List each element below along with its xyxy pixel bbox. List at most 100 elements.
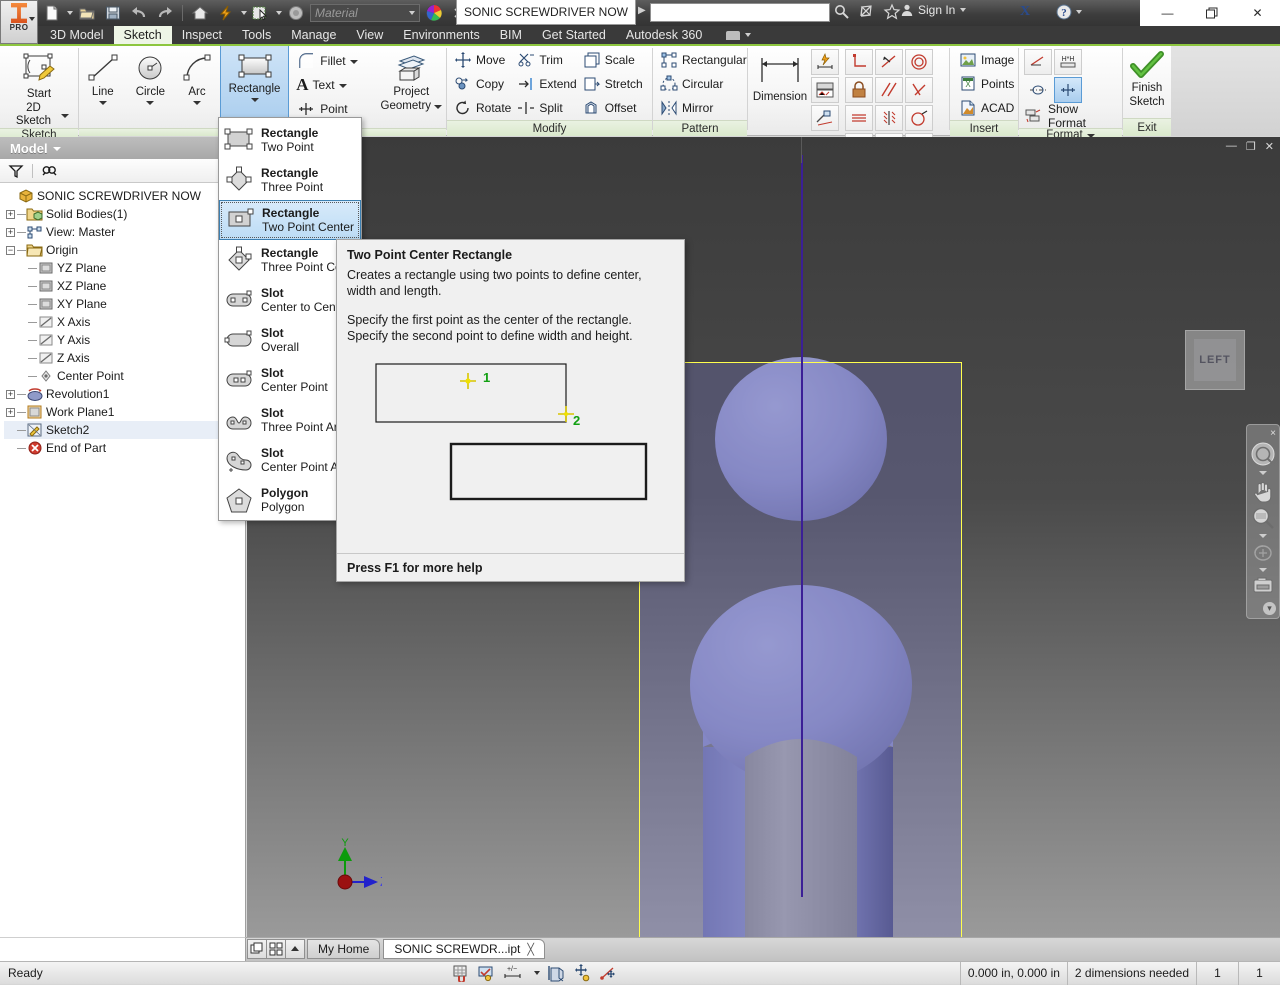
scroll-up-icon[interactable] bbox=[285, 939, 305, 959]
line-caret-icon[interactable] bbox=[98, 101, 107, 105]
search-icon[interactable] bbox=[832, 2, 852, 22]
stretch-button[interactable]: Stretch bbox=[580, 72, 646, 96]
tree-item-z-axis[interactable]: Z Axis bbox=[4, 349, 245, 367]
viewport-restore-button[interactable]: ❐ bbox=[1246, 140, 1256, 153]
tree-item-solid-bodies[interactable]: + Solid Bodies(1) bbox=[4, 205, 245, 223]
material-caret-icon[interactable] bbox=[409, 11, 415, 15]
undo-button[interactable] bbox=[127, 2, 151, 24]
restore-button[interactable] bbox=[1190, 0, 1235, 26]
horizontal-icon[interactable] bbox=[845, 105, 873, 131]
tangent-icon[interactable] bbox=[875, 49, 903, 75]
snap-to-grid-icon[interactable] bbox=[452, 964, 470, 982]
viewport-close-button[interactable]: ✕ bbox=[1265, 140, 1274, 153]
appearance-icon[interactable] bbox=[284, 2, 308, 24]
update-icon[interactable] bbox=[214, 2, 238, 24]
line-button[interactable]: Line bbox=[79, 48, 127, 105]
view-cube-face-label[interactable]: LEFT bbox=[1194, 339, 1236, 381]
navbar-options-icon[interactable]: ▾ bbox=[1263, 602, 1276, 615]
start-2d-sketch-caret-icon[interactable] bbox=[61, 113, 69, 118]
centerline-icon[interactable] bbox=[1024, 77, 1052, 103]
application-menu-button[interactable]: PRO bbox=[0, 0, 38, 44]
rotate-button[interactable]: Rotate bbox=[451, 96, 514, 120]
dimension-display-caret-icon[interactable] bbox=[534, 971, 540, 975]
mirror-button[interactable]: Mirror bbox=[657, 96, 750, 120]
material-combo[interactable]: Material bbox=[310, 4, 420, 22]
circle-caret-icon[interactable] bbox=[146, 101, 155, 105]
title-expand-icon[interactable]: ▶ bbox=[638, 5, 646, 16]
autodesk-exchange-icon[interactable]: X bbox=[1020, 4, 1030, 20]
sign-in-caret-icon[interactable] bbox=[960, 8, 967, 12]
perpendicular-icon[interactable] bbox=[845, 49, 873, 75]
concentric-icon[interactable] bbox=[905, 49, 933, 75]
extend-button[interactable]: Extend bbox=[514, 72, 579, 96]
coincident-icon[interactable] bbox=[905, 77, 933, 103]
tree-expander[interactable]: + bbox=[4, 209, 17, 219]
move-button[interactable]: Move bbox=[451, 48, 514, 72]
select-icon[interactable] bbox=[249, 2, 273, 24]
navbar-close-icon[interactable]: × bbox=[1270, 428, 1276, 439]
application-menu-caret-icon[interactable] bbox=[29, 17, 35, 21]
new-file-button[interactable] bbox=[40, 2, 64, 24]
tree-item-xy-plane[interactable]: XY Plane bbox=[4, 295, 245, 313]
tree-item-end-of-part[interactable]: End of Part bbox=[4, 439, 245, 457]
browser-header[interactable]: Model bbox=[0, 137, 245, 159]
zoom-icon[interactable] bbox=[1248, 505, 1278, 531]
scale-button[interactable]: Scale bbox=[580, 48, 646, 72]
show-all-constraints-icon[interactable] bbox=[574, 964, 592, 982]
open-file-button[interactable] bbox=[75, 2, 99, 24]
image-button[interactable]: Image bbox=[956, 48, 1017, 72]
sign-in-button[interactable]: Sign In bbox=[900, 3, 967, 17]
document-tab-sonic-screwdriver[interactable]: SONIC SCREWDR...ipt ╳ bbox=[383, 939, 545, 959]
menu-item-rectangle-three-point[interactable]: Rectangle Three Point bbox=[219, 160, 361, 200]
tree-expander[interactable]: + bbox=[4, 407, 17, 417]
tab-tools[interactable]: Tools bbox=[232, 26, 281, 44]
minimize-button[interactable]: — bbox=[1145, 0, 1190, 26]
redo-button[interactable] bbox=[153, 2, 177, 24]
tree-item-yz-plane[interactable]: YZ Plane bbox=[4, 259, 245, 277]
dimension-button[interactable]: Dimension bbox=[752, 48, 808, 104]
auto-dimension-icon[interactable] bbox=[811, 49, 839, 75]
tree-item-part[interactable]: SONIC SCREWDRIVER NOW bbox=[4, 187, 245, 205]
text-button[interactable]: A Text bbox=[293, 73, 360, 97]
ribbon-display-options[interactable] bbox=[712, 26, 761, 44]
select-dropdown-icon[interactable] bbox=[276, 11, 282, 15]
tab-get-started[interactable]: Get Started bbox=[532, 26, 616, 44]
arc-button[interactable]: Arc bbox=[174, 48, 220, 105]
project-geometry-caret-icon[interactable] bbox=[434, 105, 443, 109]
orbit-icon[interactable] bbox=[1248, 541, 1278, 565]
subscription-icon[interactable] bbox=[857, 2, 877, 22]
dimension-display-icon[interactable]: +/− bbox=[502, 964, 526, 982]
show-constraints-icon[interactable] bbox=[811, 105, 839, 131]
start-2d-sketch-button[interactable]: Start 2D Sketch bbox=[9, 48, 69, 128]
circle-button[interactable]: Circle bbox=[127, 48, 175, 105]
find-icon[interactable] bbox=[41, 163, 59, 179]
help-caret-icon[interactable] bbox=[1076, 10, 1082, 14]
close-button[interactable]: ✕ bbox=[1235, 0, 1280, 26]
equal-radius-icon[interactable] bbox=[905, 105, 933, 131]
constraint-display-icon[interactable] bbox=[477, 964, 495, 982]
tab-autodesk-360[interactable]: Autodesk 360 bbox=[616, 26, 712, 44]
copy-button[interactable]: Copy bbox=[451, 72, 514, 96]
tree-expander[interactable]: + bbox=[4, 389, 17, 399]
tree-expander[interactable]: − bbox=[4, 245, 17, 255]
vertical-icon[interactable] bbox=[875, 105, 903, 131]
ribbon-display-caret-icon[interactable] bbox=[745, 33, 752, 37]
color-wheel-icon[interactable] bbox=[422, 2, 446, 24]
tree-expander[interactable]: + bbox=[4, 227, 17, 237]
pan-icon[interactable] bbox=[1248, 478, 1278, 504]
tree-item-sketch2[interactable]: Sketch2 bbox=[4, 421, 245, 439]
rectangle-button[interactable]: Rectangle bbox=[219, 44, 290, 128]
circular-pattern-button[interactable]: Circular bbox=[657, 72, 750, 96]
show-all-degrees-icon[interactable] bbox=[599, 964, 617, 982]
document-tab-my-home[interactable]: My Home bbox=[307, 939, 381, 959]
tab-sketch[interactable]: Sketch bbox=[113, 26, 172, 44]
acad-button[interactable]: ACAD bbox=[956, 96, 1017, 120]
favorites-star-icon[interactable] bbox=[882, 2, 902, 22]
save-file-button[interactable] bbox=[101, 2, 125, 24]
show-format-button[interactable]: Show Format bbox=[1023, 102, 1122, 130]
cascade-icon[interactable] bbox=[247, 939, 267, 959]
browser-caret-icon[interactable] bbox=[52, 146, 61, 151]
trim-button[interactable]: Trim bbox=[514, 48, 579, 72]
tab-view[interactable]: View bbox=[346, 26, 393, 44]
points-button[interactable]: X Points bbox=[956, 72, 1017, 96]
